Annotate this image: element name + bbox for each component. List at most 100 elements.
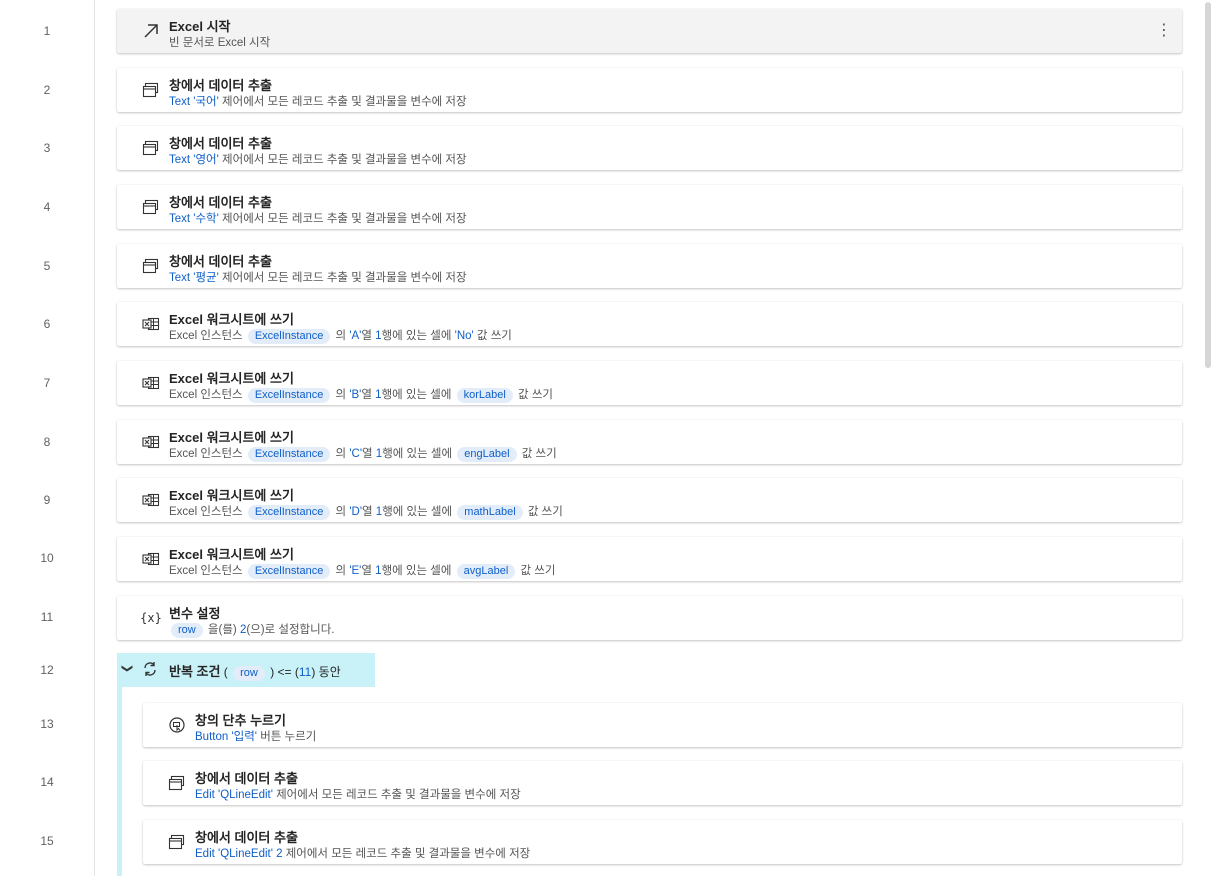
variable-chip[interactable]: ExcelInstance [247, 447, 331, 462]
variable-chip[interactable]: ExcelInstance [247, 388, 331, 403]
description-text: 제어에서 모든 레코드 추출 및 결과물을 변수에 저장 [218, 154, 467, 166]
description-text: 제어에서 모든 레코드 추출 및 결과물을 변수에 저장 [218, 96, 467, 108]
excel-icon [141, 433, 161, 451]
line-number: 11 [40, 610, 54, 624]
action-title: 창에서 데이터 추출 [169, 78, 272, 93]
action-title: Excel 워크시트에 쓰기 [169, 312, 294, 327]
action-description: Excel 인스턴스 ExcelInstance 의 'E'열 1행에 있는 셀… [169, 562, 555, 579]
description-text: 열 [361, 389, 376, 401]
description-text: 값 쓰기 [473, 330, 512, 342]
variable-icon: {x} [140, 611, 162, 625]
action-description: Edit 'QLineEdit' 제어에서 모든 레코드 추출 및 결과물을 변… [195, 786, 521, 802]
description-text: 의 [332, 389, 350, 401]
action-step[interactable]: 창에서 데이터 추출 Edit 'QLineEdit' 제어에서 모든 레코드 추… [143, 761, 1182, 805]
window-icon [141, 257, 161, 275]
line-number: 10 [40, 551, 54, 565]
parameter-value: 'C' [349, 448, 363, 460]
action-title: 창에서 데이터 추출 [195, 771, 298, 786]
parameter-value: 'E' [349, 565, 362, 577]
description-text: 값 쓰기 [518, 448, 557, 460]
chevron-down-icon[interactable]: ❯ [121, 664, 134, 673]
action-step[interactable]: Excel 워크시트에 쓰기 Excel 인스턴스 ExcelInstance 의… [117, 420, 1182, 464]
line-number: 8 [43, 435, 51, 449]
action-title: Excel 워크시트에 쓰기 [169, 430, 294, 445]
description-text: 값 쓰기 [514, 389, 553, 401]
action-step[interactable]: 창에서 데이터 추출 Text '영어' 제어에서 모든 레코드 추출 및 결과물… [117, 126, 1182, 170]
line-number: 3 [43, 141, 51, 155]
action-description: Excel 인스턴스 ExcelInstance 의 'D'열 1행에 있는 셀… [169, 503, 563, 520]
parameter-value: 'D' [349, 506, 363, 518]
variable-chip[interactable]: mathLabel [457, 505, 523, 520]
parameter-value: 'B' [349, 389, 362, 401]
description-text: Excel 인스턴스 [169, 565, 246, 577]
description-text: Excel 인스턴스 [169, 506, 246, 518]
description-text: (으)로 설정합니다. [246, 624, 335, 636]
loop-body-rail [117, 687, 122, 876]
window-icon [141, 198, 161, 216]
loop-title: 반복 조건 ( row ) <= (11) 동안 [169, 664, 341, 681]
variable-chip[interactable]: ExcelInstance [247, 505, 331, 520]
window-icon [167, 774, 187, 792]
description-text: 제어에서 모든 레코드 추출 및 결과물을 변수에 저장 [272, 789, 521, 801]
action-description: Text '영어' 제어에서 모든 레코드 추출 및 결과물을 변수에 저장 [169, 151, 467, 167]
action-step[interactable]: 창에서 데이터 추출 Text '수학' 제어에서 모든 레코드 추출 및 결과물… [117, 185, 1182, 229]
line-number: 12 [40, 663, 54, 677]
parameter-value: Edit 'QLineEdit' 2 [195, 848, 283, 860]
action-step[interactable]: Excel 워크시트에 쓰기 Excel 인스턴스 ExcelInstance 의… [117, 302, 1182, 346]
line-number: 14 [40, 775, 54, 789]
line-number: 1 [43, 24, 51, 38]
description-text: 의 [332, 330, 350, 342]
window-icon [141, 81, 161, 99]
parameter-value: Text '평균' [169, 272, 219, 284]
line-number: 9 [43, 493, 51, 507]
description-text: 을(를) [204, 624, 240, 636]
variable-chip[interactable]: ExcelInstance [247, 329, 331, 344]
action-step[interactable]: Excel 워크시트에 쓰기 Excel 인스턴스 ExcelInstance 의… [117, 478, 1182, 522]
action-step[interactable]: Excel 시작 빈 문서로 Excel 시작 ⋮ [117, 9, 1182, 53]
loop-condition: ( row ) <= (11) 동안 [220, 665, 341, 681]
description-text: 열 [362, 506, 376, 518]
vertical-scrollbar[interactable] [1205, 2, 1211, 368]
action-step[interactable]: 창에서 데이터 추출 Text '평균' 제어에서 모든 레코드 추출 및 결과물… [117, 244, 1182, 288]
variable-chip[interactable]: korLabel [456, 388, 513, 403]
action-step[interactable]: 창에서 데이터 추출 Edit 'QLineEdit' 2 제어에서 모든 레코드… [143, 820, 1182, 864]
parameter-value: Text '수학' [169, 213, 219, 225]
variable-chip[interactable]: engLabel [457, 447, 517, 462]
action-description: Excel 인스턴스 ExcelInstance 의 'C'열 1행에 있는 셀… [169, 445, 557, 462]
description-text: 값 쓰기 [524, 506, 563, 518]
variable-chip[interactable]: avgLabel [456, 564, 516, 579]
loop-icon [144, 662, 156, 676]
description-text: ( [220, 665, 232, 679]
action-step[interactable]: 창의 단추 누르기 Button '입력' 버튼 누르기 [143, 703, 1182, 747]
action-step[interactable]: 창에서 데이터 추출 Text '국어' 제어에서 모든 레코드 추출 및 결과물… [117, 68, 1182, 112]
description-text: ) 동안 [311, 665, 341, 679]
parameter-value: Text '영어' [169, 154, 219, 166]
description-text: ) <= ( [266, 665, 299, 679]
variable-chip[interactable]: row [233, 666, 265, 681]
variable-chip[interactable]: row [171, 623, 203, 638]
parameter-value: 'No' [454, 330, 474, 342]
more-options-icon[interactable]: ⋮ [1156, 21, 1172, 41]
variable-chip[interactable]: ExcelInstance [247, 564, 331, 579]
description-text: 제어에서 모든 레코드 추출 및 결과물을 변수에 저장 [282, 848, 531, 860]
click-button-icon [167, 716, 187, 734]
parameter-value: 'A' [349, 330, 362, 342]
action-description: Text '국어' 제어에서 모든 레코드 추출 및 결과물을 변수에 저장 [169, 93, 467, 109]
description-text: 제어에서 모든 레코드 추출 및 결과물을 변수에 저장 [218, 213, 467, 225]
action-title: Excel 워크시트에 쓰기 [169, 547, 294, 562]
line-number: 2 [43, 83, 51, 97]
description-text: 행에 있는 셀에 [381, 330, 455, 342]
excel-icon [141, 315, 161, 333]
excel-icon [141, 550, 161, 568]
description-text: 빈 문서로 Excel 시작 [169, 37, 271, 49]
action-step[interactable]: Excel 워크시트에 쓰기 Excel 인스턴스 ExcelInstance 의… [117, 537, 1182, 581]
action-step[interactable]: Excel 워크시트에 쓰기 Excel 인스턴스 ExcelInstance 의… [117, 361, 1182, 405]
excel-icon [141, 374, 161, 392]
description-text: Excel 인스턴스 [169, 389, 246, 401]
loop-while-header[interactable]: ❯ 반복 조건 ( row ) <= (11) 동안 [117, 653, 375, 687]
description-text: Excel 인스턴스 [169, 448, 246, 460]
description-text: 의 [332, 448, 350, 460]
action-title: 변수 설정 [169, 606, 221, 621]
flow-canvas: ❯ 반복 조건 ( row ) <= (11) 동안 Excel 시작 빈 문서로… [95, 0, 1213, 876]
action-step[interactable]: {x} 변수 설정 row 을(를) 2(으)로 설정합니다. [117, 596, 1182, 640]
